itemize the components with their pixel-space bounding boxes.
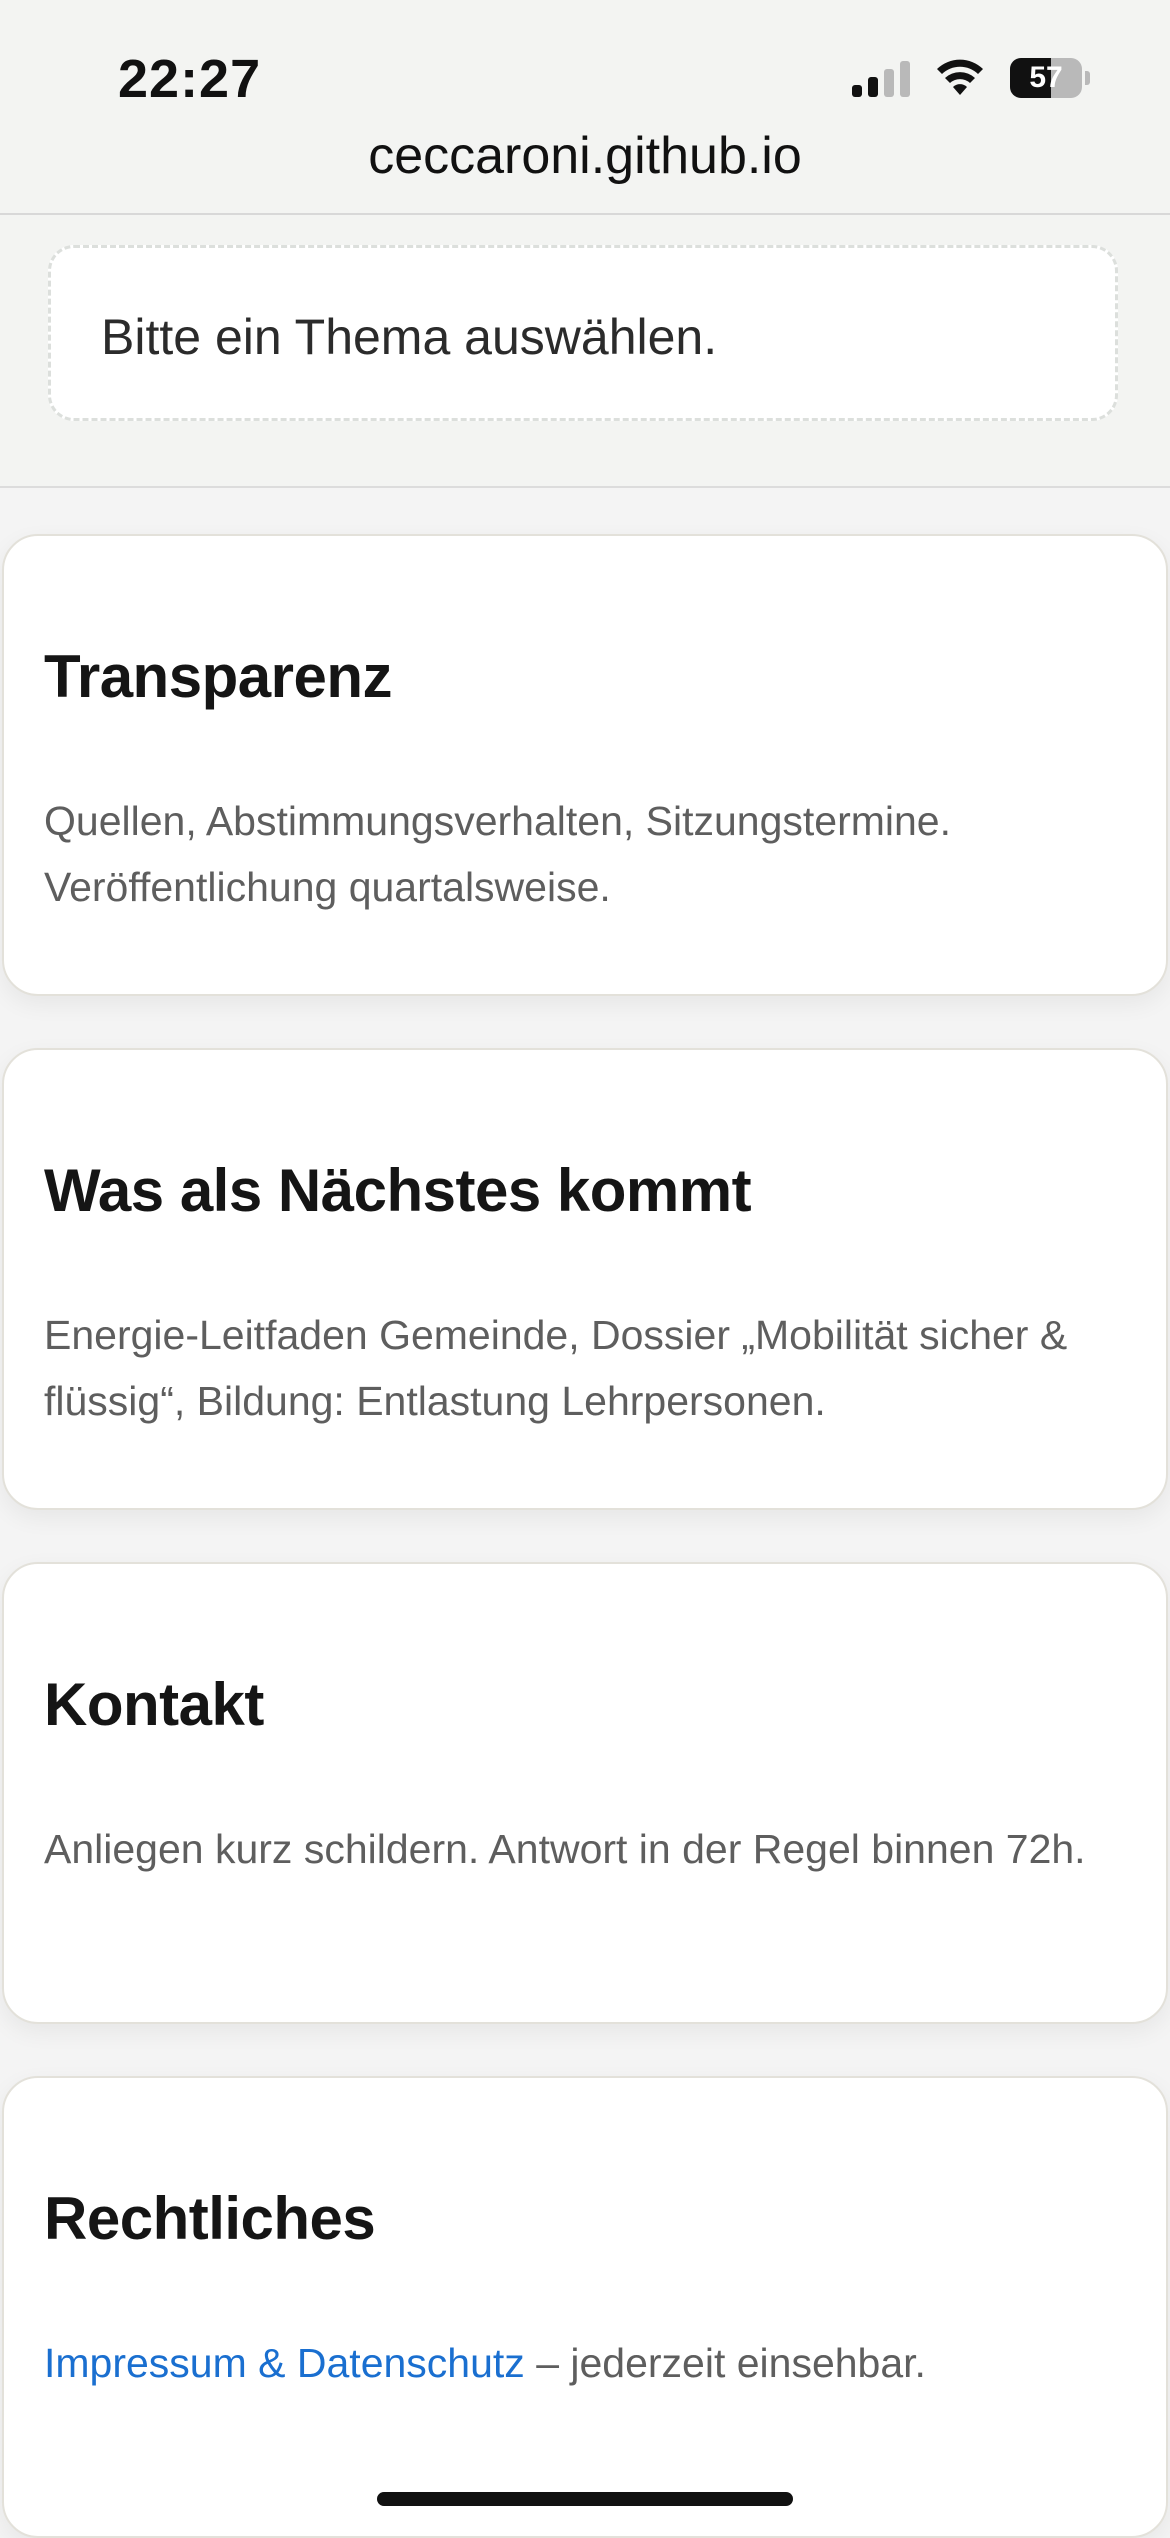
address-bar-url[interactable]: ceccaroni.github.io [0, 126, 1170, 186]
card-body: Anliegen kurz schildern. Antwort in der … [44, 1826, 1086, 1872]
card-title: Was als Nächstes kommt [44, 1157, 752, 1224]
card-title: Transparenz [44, 643, 392, 710]
card-body: Quellen, Abstimmungsverhalten, Sitzungst… [44, 798, 952, 910]
topic-placeholder-box: Bitte ein Thema auswählen. [48, 245, 1118, 421]
cellular-signal-icon [852, 59, 910, 97]
topic-placeholder-text: Bitte ein Thema auswählen. [101, 309, 718, 365]
status-time: 22:27 [118, 49, 262, 109]
card-rechtliches: Rechtliches Impressum & Datenschutz – je… [2, 2076, 1168, 2538]
wifi-icon [937, 59, 983, 95]
card-body: Impressum & Datenschutz – jederzeit eins… [44, 2330, 1134, 2396]
card-transparenz: Transparenz Quellen, Abstimmungsverhalte… [2, 534, 1168, 996]
card-kontakt: Kontakt Anliegen kurz schildern. Antwort… [2, 1562, 1168, 2024]
home-indicator[interactable] [377, 2492, 793, 2506]
impressum-datenschutz-link[interactable]: Impressum & Datenschutz [44, 2340, 525, 2386]
battery-level: 57 [1029, 61, 1063, 94]
topic-selector-area: Bitte ein Thema auswählen. [0, 215, 1170, 488]
card-next-steps: Was als Nächstes kommt Energie-Leitfaden… [2, 1048, 1168, 1510]
card-body-suffix: – jederzeit einsehbar. [524, 2340, 926, 2386]
card-body: Energie-Leitfaden Gemeinde, Dossier „Mob… [44, 1312, 1068, 1424]
card-title: Kontakt [44, 1671, 264, 1738]
browser-top-bar: 22:27 57 ceccaroni.github.io [0, 0, 1170, 215]
status-icons: 57 [852, 56, 1090, 100]
battery-icon: 57 [1010, 58, 1090, 98]
card-title: Rechtliches [44, 2185, 376, 2252]
